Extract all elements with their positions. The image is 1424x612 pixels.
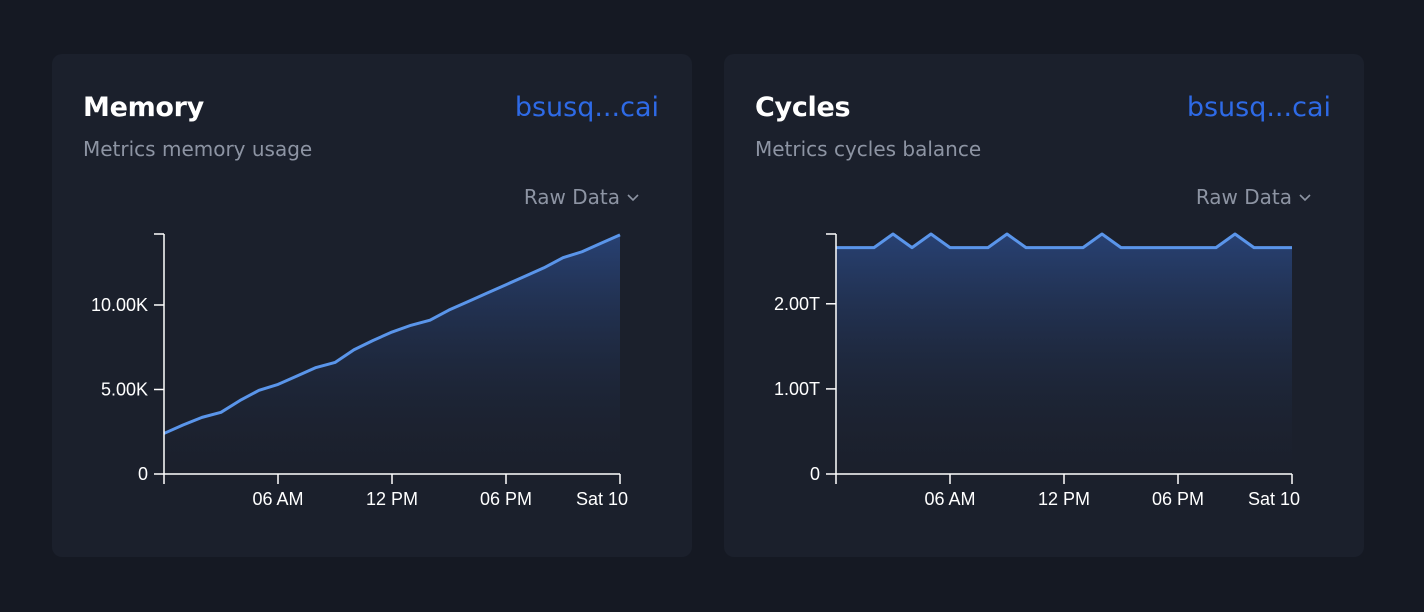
series-area [164, 234, 620, 474]
y-tick-label: 2.00T [774, 294, 820, 314]
cycles-card: Cycles bsusq...cai Metrics cycles balanc… [724, 54, 1364, 557]
memory-card: Memory bsusq...cai Metrics memory usage … [52, 54, 692, 557]
series-area [836, 234, 1292, 474]
y-tick-label: 1.00T [774, 379, 820, 399]
x-tick-label: Sat 10 [1248, 489, 1300, 509]
cycles-chart: 0 1.00T 2.00T 06 AM 12 PM 06 PM Sat 10 [774, 232, 1300, 509]
x-tick-label: 12 PM [366, 489, 418, 509]
x-tick-label: 06 AM [924, 489, 975, 509]
x-tick-label: 06 PM [480, 489, 532, 509]
x-tick-label: 06 PM [1152, 489, 1204, 509]
y-tick-label: 5.00K [101, 379, 148, 399]
y-tick-label: 10.00K [91, 295, 148, 315]
x-tick-label: Sat 10 [576, 489, 628, 509]
x-tick-label: 12 PM [1038, 489, 1090, 509]
memory-chart: 0 5.00K 10.00K 06 AM 12 PM 06 PM Sat 10 [91, 233, 628, 509]
y-tick-label: 0 [138, 464, 148, 484]
y-tick-label: 0 [810, 464, 820, 484]
x-tick-label: 06 AM [252, 489, 303, 509]
